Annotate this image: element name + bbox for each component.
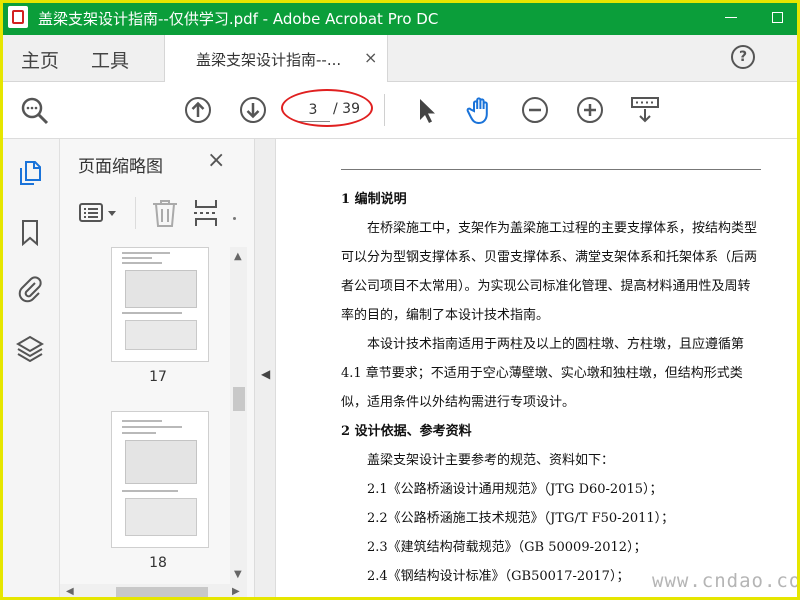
minimize-icon (725, 17, 737, 18)
maximize-button[interactable] (754, 0, 800, 35)
body-paragraph: 在桥梁施工中，支架作为盖梁施工过程的主要支撑体系，按结构类型可以分为型钢支撑体系… (341, 221, 758, 323)
scroll-mode-icon[interactable] (630, 95, 660, 125)
minimize-button[interactable] (708, 0, 754, 35)
collapse-panel-icon[interactable]: ◀ (261, 367, 270, 381)
reference-item: 2.1《公路桥涵设计通用规范》（JTG D60-2015）； (367, 482, 663, 497)
acrobat-app-icon (8, 6, 28, 28)
zoom-in-icon[interactable] (575, 95, 605, 125)
section-heading: 2 设计依据、参考资料 (341, 424, 472, 439)
thumbnail-text-line (122, 420, 162, 422)
thumbnail-horizontal-scrollbar[interactable]: ◀ ▶ (60, 584, 247, 600)
body-paragraph: 盖梁支架设计主要参考的规范、资料如下： (367, 453, 615, 468)
thumbnail-figure (125, 320, 197, 350)
page-header-rule (341, 169, 761, 170)
delete-page-icon[interactable] (150, 198, 180, 228)
help-icon[interactable]: ? (731, 45, 755, 69)
select-cursor-icon[interactable] (411, 95, 441, 125)
thumbnail-text-line (122, 262, 162, 264)
thumbnail-page[interactable] (111, 247, 209, 362)
thumbnail-page-number: 17 (149, 369, 167, 385)
bookmarks-icon[interactable] (16, 218, 44, 246)
thumbnail-page[interactable] (111, 411, 209, 548)
hand-tool-icon[interactable] (465, 95, 495, 125)
left-navigation-rail (0, 139, 60, 600)
scrollbar-thumb[interactable] (233, 387, 245, 411)
close-tab-icon[interactable]: × (364, 48, 377, 67)
window-title: 盖梁支架设计指南--仅供学习.pdf - Adobe Acrobat Pro D… (38, 10, 439, 28)
next-page-icon[interactable] (238, 95, 268, 125)
thumbnail-text-line (122, 490, 178, 492)
document-view: 1 编制说明 在桥梁施工中，支架作为盖梁施工过程的主要支撑体系，按结构类型可以分… (276, 139, 800, 600)
site-watermark: www.cndao.com (652, 570, 800, 592)
scroll-left-icon[interactable]: ◀ (66, 586, 74, 597)
thumbnail-figure (125, 440, 197, 484)
panel-tools-divider (135, 197, 136, 229)
thumbnail-vertical-scrollbar[interactable]: ▲ ▼ (230, 247, 247, 584)
page-thumbnails-panel: 页面缩略图 × 17 18 ▲ ▼ ◀ ▶ (60, 139, 255, 600)
maximize-icon (771, 12, 783, 23)
scroll-up-icon[interactable]: ▲ (234, 251, 242, 262)
annotation-ellipse (281, 89, 373, 127)
search-zoom-icon[interactable] (19, 95, 49, 125)
thumbnail-figure (125, 498, 197, 536)
section-heading: 1 编制说明 (341, 192, 407, 207)
thumbnail-text-line (122, 432, 156, 434)
more-tools-dot (233, 217, 236, 220)
thumbnail-text-line (122, 252, 170, 254)
layers-icon[interactable] (16, 334, 44, 362)
scroll-down-icon[interactable]: ▼ (234, 569, 242, 580)
reference-item: 2.2《公路桥涵施工技术规范》（JTG/T F50-2011）； (367, 511, 675, 526)
toolbar-divider (384, 94, 385, 126)
scrollbar-thumb[interactable] (116, 587, 208, 597)
zoom-out-icon[interactable] (520, 95, 550, 125)
page-thumbnails-icon[interactable] (16, 159, 44, 187)
tab-home[interactable]: 主页 (21, 46, 59, 73)
document-tab-label: 盖梁支架设计指南--... (196, 51, 342, 69)
previous-page-icon[interactable] (183, 95, 213, 125)
attachments-icon[interactable] (16, 275, 44, 303)
tab-document[interactable]: 盖梁支架设计指南--... × (164, 35, 388, 82)
thumbnail-text-line (122, 426, 182, 428)
thumbnail-text-line (122, 312, 182, 314)
scroll-right-icon[interactable]: ▶ (232, 586, 240, 597)
thumbnail-list: 17 18 (60, 247, 230, 600)
toolbar: 3 / 39 (0, 82, 800, 139)
reference-item: 2.3《建筑结构荷载规范》（GB 50009-2012）； (367, 540, 647, 555)
tab-row: 主页 工具 盖梁支架设计指南--... × ? (0, 35, 800, 82)
thumbnail-text-line (122, 257, 152, 259)
body-paragraph: 本设计技术指南适用于两柱及以上的圆柱墩、方柱墩，且应遵循第 4.1 章节要求；不… (341, 337, 745, 410)
title-bar: 盖梁支架设计指南--仅供学习.pdf - Adobe Acrobat Pro D… (0, 0, 800, 35)
insert-page-icon[interactable] (192, 198, 222, 228)
thumbnail-page-number: 18 (149, 555, 167, 571)
thumbnail-figure (125, 270, 197, 308)
panel-splitter[interactable]: ◀ (255, 139, 276, 600)
document-body: 1 编制说明 在桥梁施工中，支架作为盖梁施工过程的主要支撑体系，按结构类型可以分… (341, 185, 761, 591)
tab-tools[interactable]: 工具 (91, 46, 129, 73)
panel-title: 页面缩略图 (78, 157, 163, 177)
thumbnail-options-icon[interactable] (78, 198, 122, 228)
close-panel-icon[interactable]: × (207, 148, 225, 173)
